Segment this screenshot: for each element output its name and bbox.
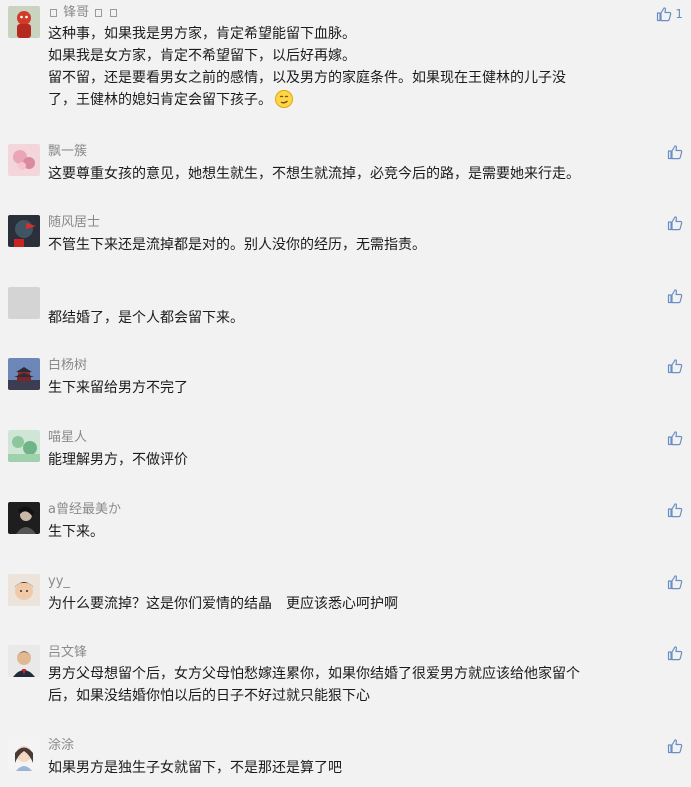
comment-item: 喵星人 能理解男方，不做评价 xyxy=(0,428,691,488)
like-button[interactable] xyxy=(667,287,683,305)
red-flag-avatar-icon xyxy=(8,215,40,247)
avatar[interactable] xyxy=(8,358,40,390)
thumbs-up-icon xyxy=(657,7,672,22)
green-nature-avatar-icon xyxy=(8,430,40,462)
comment-item: 都结婚了，是个人都会留下来。 xyxy=(0,286,691,346)
comment-username[interactable]: 飘一簇 xyxy=(48,144,87,160)
comment-line: 生下来。 xyxy=(48,524,104,540)
comment-line: 为什么要流掉？这是你们爱情的结晶 更应该悉心呵护啊 xyxy=(48,596,398,612)
avatar[interactable] xyxy=(8,430,40,462)
thumbs-up-icon xyxy=(667,431,683,446)
comment-username[interactable]: 锋哥 xyxy=(48,5,119,21)
comment-text: 这种事，如果我是男方家，肯定希望能留下血脉。 如果我是女方家，肯定不希望留下，以… xyxy=(48,23,681,115)
like-button[interactable] xyxy=(667,143,683,161)
comment-line: 留不留，还是要看男女之前的感情，以及男方的家庭条件。如果现在王健林的儿子没 xyxy=(48,70,566,86)
man-portrait-avatar-icon xyxy=(8,645,40,677)
comment-username[interactable]: 涂涂 xyxy=(48,738,74,754)
comment-text: 不管生下来还是流掉都是对的。别人没你的经历，无需指责。 xyxy=(48,234,681,256)
like-button[interactable]: 1 xyxy=(656,5,683,23)
comment-username[interactable]: 喵星人 xyxy=(48,430,87,446)
thumbs-up-icon xyxy=(667,575,683,590)
comment-username[interactable]: yy_ xyxy=(48,574,70,590)
comment-text: 生下来留给男方不完了 xyxy=(48,377,681,399)
avatar[interactable] xyxy=(8,645,40,677)
like-button[interactable] xyxy=(667,573,683,591)
like-button[interactable] xyxy=(667,357,683,375)
comment-username[interactable]: 白杨树 xyxy=(48,358,87,374)
pink-flower-avatar-icon xyxy=(8,144,40,176)
like-button[interactable] xyxy=(667,429,683,447)
comment-text: 为什么要流掉？这是你们爱情的结晶 更应该悉心呵护啊 xyxy=(48,593,681,615)
avatar[interactable] xyxy=(8,144,40,176)
comment-text: 这要尊重女孩的意见，她想生就生，不想生就流掉，必竞今后的路，是需要她来行走。 xyxy=(48,163,681,185)
badge-glyph-icon xyxy=(110,9,118,17)
comment-line: 了，王健林的媳妇肯定会留下孩子。 xyxy=(48,89,681,115)
temple-avatar-icon xyxy=(8,358,40,390)
like-count: 1 xyxy=(675,7,683,21)
comment-line: 后，如果没结婚你怕以后的日子不好过就只能狠下心 xyxy=(48,688,370,704)
like-button[interactable] xyxy=(667,737,683,755)
thumbs-up-icon xyxy=(667,145,683,160)
comment-line: 如果男方是独生子女就留下，不是那还是算了吧 xyxy=(48,760,342,776)
red-figure-avatar-icon xyxy=(8,6,40,38)
comment-line: 生下来留给男方不完了 xyxy=(48,380,188,396)
comment-item: a曾经最美か 生下来。 xyxy=(0,500,691,560)
thumbs-up-icon xyxy=(667,739,683,754)
badge-glyph-icon xyxy=(95,9,103,17)
comment-username[interactable]: 吕文锋 xyxy=(48,645,87,661)
thumbs-up-icon xyxy=(667,216,683,231)
comment-text: 能理解男方，不做评价 xyxy=(48,449,681,471)
comment-item: 随风居士 不管生下来还是流掉都是对的。别人没你的经历，无需指责。 xyxy=(0,213,691,273)
thumbs-up-icon xyxy=(667,359,683,374)
comment-line: 这种事，如果我是男方家，肯定希望能留下血脉。 xyxy=(48,26,356,42)
comment-item: 涂涂 如果男方是独生子女就留下，不是那还是算了吧 xyxy=(0,737,691,787)
girl-cartoon-avatar-icon xyxy=(8,739,40,771)
like-button[interactable] xyxy=(667,214,683,232)
comment-item: 锋哥 这种事，如果我是男方家，肯定希望能留下血脉。 如果我是女方家，肯定不希望留… xyxy=(0,0,691,120)
thumbs-up-icon xyxy=(667,503,683,518)
like-button[interactable] xyxy=(667,644,683,662)
avatar[interactable] xyxy=(8,287,40,319)
comment-text: 都结婚了，是个人都会留下来。 xyxy=(48,307,681,329)
comment-item: 白杨树 生下来留给男方不完了 xyxy=(0,356,691,416)
avatar[interactable] xyxy=(8,6,40,38)
avatar[interactable] xyxy=(8,502,40,534)
comment-item: 吕文锋 男方父母想留个后，女方父母怕愁嫁连累你，如果你结婚了很爱男方就应该给他家… xyxy=(0,643,691,723)
avatar[interactable] xyxy=(8,215,40,247)
badge-glyph-icon xyxy=(50,9,57,17)
comment-line: 能理解男方，不做评价 xyxy=(48,452,188,468)
comment-line: 都结婚了，是个人都会留下来。 xyxy=(48,310,244,326)
thumbs-up-icon xyxy=(667,646,683,661)
comment-item: yy_ 为什么要流掉？这是你们爱情的结晶 更应该悉心呵护啊 xyxy=(0,572,691,632)
comment-text: 生下来。 xyxy=(48,521,681,543)
comment-username[interactable]: 随风居士 xyxy=(48,215,100,231)
dark-portrait-avatar-icon xyxy=(8,502,40,534)
default-gray-avatar-icon xyxy=(8,287,40,319)
like-button[interactable] xyxy=(667,501,683,519)
comment-text: 如果男方是独生子女就留下，不是那还是算了吧 xyxy=(48,757,681,779)
thumbs-up-icon xyxy=(667,289,683,304)
comment-text: 男方父母想留个后，女方父母怕愁嫁连累你，如果你结婚了很爱男方就应该给他家留个 后… xyxy=(48,663,681,707)
avatar[interactable] xyxy=(8,739,40,771)
comment-line: 如果我是女方家，肯定不希望留下，以后好再嫁。 xyxy=(48,48,356,64)
comment-line: 男方父母想留个后，女方父母怕愁嫁连累你，如果你结婚了很爱男方就应该给他家留个 xyxy=(48,666,580,682)
smirk-emoji-icon xyxy=(275,90,293,115)
comment-line: 这要尊重女孩的意见，她想生就生，不想生就流掉，必竞今后的路，是需要她来行走。 xyxy=(48,166,580,182)
child-avatar-icon xyxy=(8,574,40,606)
comment-line: 不管生下来还是流掉都是对的。别人没你的经历，无需指责。 xyxy=(48,237,426,253)
comment-username[interactable]: a曾经最美か xyxy=(48,502,121,518)
comment-item: 飘一簇 这要尊重女孩的意见，她想生就生，不想生就流掉，必竞今后的路，是需要她来行… xyxy=(0,142,691,202)
avatar[interactable] xyxy=(8,574,40,606)
